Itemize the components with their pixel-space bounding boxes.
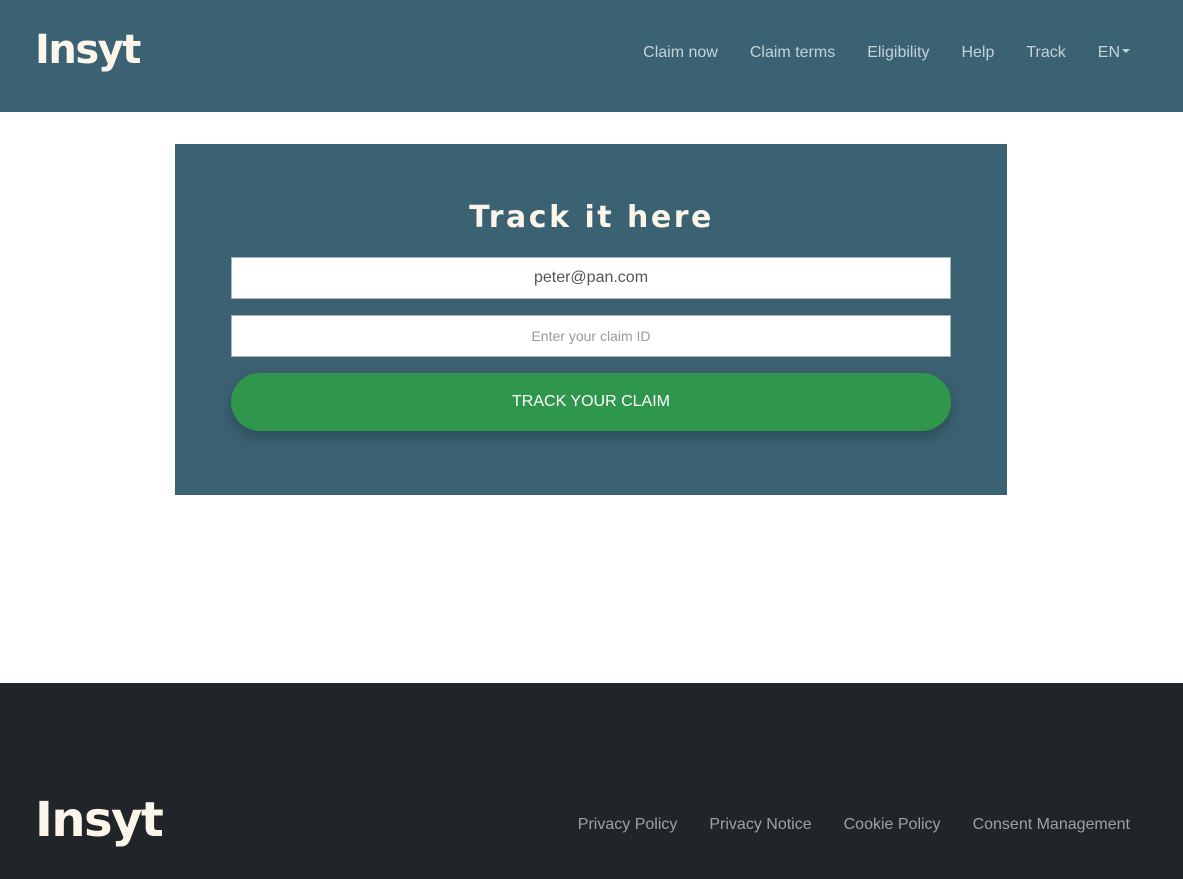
- footer-nav: Privacy Policy Privacy Notice Cookie Pol…: [546, 816, 1130, 834]
- email-field[interactable]: [231, 257, 951, 299]
- main-nav: Claim now Claim terms Eligibility Help T…: [611, 44, 1130, 62]
- footer-link-privacy-notice[interactable]: Privacy Notice: [709, 816, 811, 834]
- brand-logo[interactable]: Insyt: [35, 30, 141, 70]
- page-title: Track it here: [469, 200, 714, 235]
- footer-link-cookie-policy[interactable]: Cookie Policy: [844, 816, 941, 834]
- site-header: Insyt Claim now Claim terms Eligibility …: [0, 0, 1183, 112]
- footer-link-privacy-policy[interactable]: Privacy Policy: [578, 816, 678, 834]
- claim-id-field[interactable]: [231, 315, 951, 357]
- nav-help[interactable]: Help: [961, 44, 994, 62]
- nav-eligibility[interactable]: Eligibility: [867, 44, 929, 62]
- footer-logo: Insyt: [35, 792, 164, 848]
- language-dropdown[interactable]: EN: [1098, 44, 1130, 62]
- footer-link-consent-management[interactable]: Consent Management: [973, 816, 1130, 834]
- nav-track[interactable]: Track: [1026, 44, 1065, 62]
- nav-claim-now[interactable]: Claim now: [643, 44, 718, 62]
- site-footer: Insyt Privacy Policy Privacy Notice Cook…: [0, 683, 1183, 879]
- caret-down-icon: [1122, 49, 1130, 53]
- track-claim-button[interactable]: TRACK YOUR CLAIM: [231, 373, 951, 431]
- nav-claim-terms[interactable]: Claim terms: [750, 44, 835, 62]
- language-label: EN: [1097, 44, 1120, 61]
